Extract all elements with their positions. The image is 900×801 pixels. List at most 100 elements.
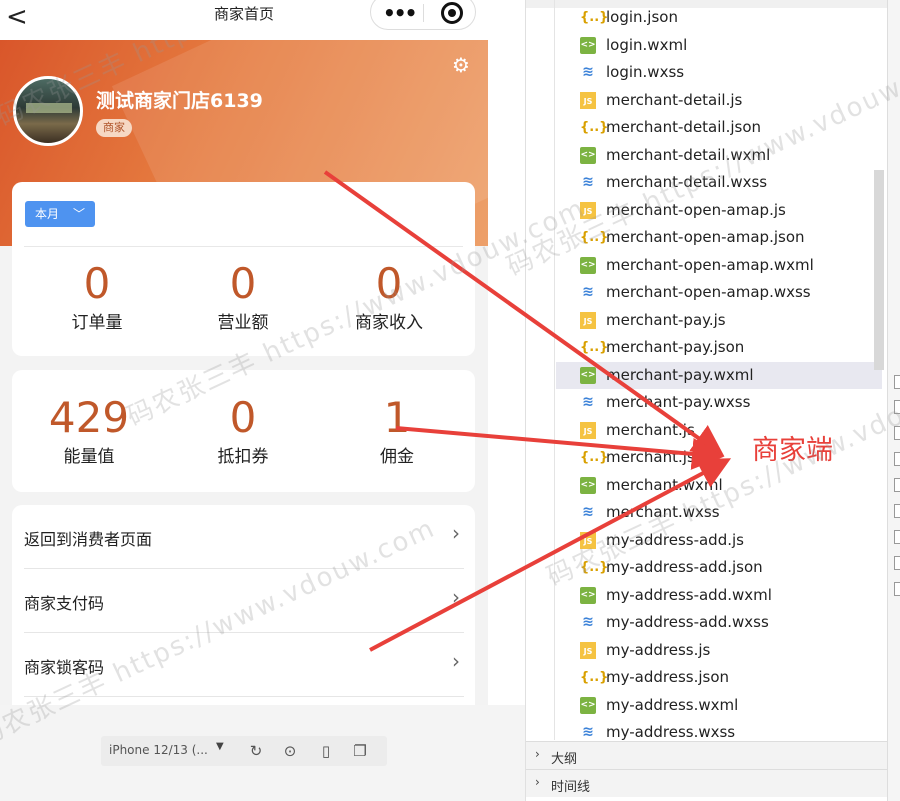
file-item[interactable]: {..} login.json xyxy=(556,4,882,31)
record-target-icon[interactable] xyxy=(441,2,463,24)
screenshot-root: < 商家首页 ••• 测试商家门店6139 商家 ⚙ 本月 ﹀ 0 订单量 0 … xyxy=(0,0,900,801)
file-item[interactable]: <> my-address-add.wxml xyxy=(556,582,882,609)
file-name: merchant-pay.wxss xyxy=(606,393,751,411)
file-item[interactable]: <> merchant-open-amap.wxml xyxy=(556,252,882,279)
refresh-icon[interactable]: ↻ xyxy=(247,742,265,760)
wxml-file-icon: <> xyxy=(580,586,596,604)
file-item[interactable]: ≋ merchant-open-amap.wxss xyxy=(556,279,882,306)
checkbox[interactable] xyxy=(894,530,900,544)
checkbox[interactable] xyxy=(894,504,900,518)
file-name: merchant-detail.wxss xyxy=(606,173,768,191)
file-item[interactable]: JS merchant-open-amap.js xyxy=(556,197,882,224)
nav-bar: < 商家首页 ••• xyxy=(0,0,488,40)
file-item[interactable]: ≋ login.wxss xyxy=(556,59,882,86)
gear-icon[interactable]: ⚙ xyxy=(450,54,472,76)
wxml-file-icon: <> xyxy=(580,696,596,714)
file-item[interactable]: <> login.wxml xyxy=(556,32,882,59)
file-name: my-address-add.wxss xyxy=(606,613,769,631)
file-item[interactable]: {..} merchant-detail.json xyxy=(556,114,882,141)
file-item[interactable]: {..} my-address-add.json xyxy=(556,554,882,581)
file-item[interactable]: JS merchant-detail.js xyxy=(556,87,882,114)
stat-coupons[interactable]: 0 抵扣券 xyxy=(168,396,318,468)
file-name: login.json xyxy=(606,8,678,26)
file-item[interactable]: {..} merchant-pay.json xyxy=(556,334,882,361)
file-item[interactable]: {..} merchant-open-amap.json xyxy=(556,224,882,251)
file-item[interactable]: <> my-address.wxml xyxy=(556,692,882,719)
file-item[interactable]: JS my-address.js xyxy=(556,637,882,664)
device-select[interactable]: iPhone 12/13 (... xyxy=(109,743,208,757)
menu-item-pay-code[interactable]: 商家支付码 › xyxy=(24,569,464,633)
chevron-down-icon: ﹀ xyxy=(72,207,85,221)
file-name: my-address-add.json xyxy=(606,558,763,576)
file-name: merchant-open-amap.wxml xyxy=(606,255,814,274)
scrollbar[interactable] xyxy=(874,170,884,370)
checkbox[interactable] xyxy=(894,556,900,570)
stop-icon[interactable]: ⊙ xyxy=(281,742,299,760)
phone-icon[interactable]: ▯ xyxy=(317,742,335,760)
file-name: merchant-detail.json xyxy=(606,118,762,136)
stat-value: 429 xyxy=(48,393,130,442)
stat-label: 订单量 xyxy=(71,313,123,333)
stat-orders: 0 订单量 xyxy=(22,259,172,334)
file-item[interactable]: JS merchant-pay.js xyxy=(556,307,882,334)
side-panel xyxy=(887,0,900,801)
menu-item-back-to-consumer[interactable]: 返回到消费者页面 › xyxy=(24,505,464,569)
checkbox[interactable] xyxy=(894,400,900,414)
file-item[interactable]: <> merchant.wxml xyxy=(556,472,882,499)
json-file-icon: {..} xyxy=(580,560,609,575)
stat-value: 1 xyxy=(383,393,411,442)
file-item[interactable]: {..} merchant.json xyxy=(556,444,882,471)
menu-item-lock-code[interactable]: 商家锁客码 › xyxy=(24,633,464,697)
wxss-file-icon: ≋ xyxy=(582,724,594,740)
file-name: merchant-open-amap.json xyxy=(606,228,805,246)
period-dropdown[interactable]: 本月 ﹀ xyxy=(25,201,95,227)
js-file-icon: JS xyxy=(580,421,596,439)
file-item[interactable]: ≋ merchant-detail.wxss xyxy=(556,169,882,196)
wxss-file-icon: ≋ xyxy=(582,174,594,190)
json-file-icon: {..} xyxy=(580,10,609,25)
stat-label: 抵扣券 xyxy=(217,447,269,467)
checkbox[interactable] xyxy=(894,582,900,596)
capsule-menu: ••• xyxy=(370,0,476,30)
section-timeline[interactable]: › 时间线 xyxy=(526,769,888,797)
window-icon[interactable]: ❐ xyxy=(351,742,369,760)
file-item[interactable]: <> merchant-detail.wxml xyxy=(556,142,882,169)
stat-income: 0 商家收入 xyxy=(314,262,464,334)
sales-stats-card: 本月 ﹀ 0 订单量 0 营业额 0 商家收入 xyxy=(12,182,475,356)
file-item[interactable]: {..} my-address.json xyxy=(556,664,882,691)
wxml-file-icon: <> xyxy=(580,256,596,274)
wxml-file-icon: <> xyxy=(580,476,596,494)
file-name: merchant-open-amap.wxss xyxy=(606,283,811,301)
stat-value: 0 xyxy=(83,259,111,308)
more-dots-icon[interactable]: ••• xyxy=(383,1,417,25)
file-item[interactable]: ≋ merchant.wxss xyxy=(556,499,882,526)
checkbox[interactable] xyxy=(894,452,900,466)
checkbox[interactable] xyxy=(894,426,900,440)
wxss-file-icon: ≋ xyxy=(582,284,594,300)
stat-energy[interactable]: 429 能量值 xyxy=(14,393,164,468)
wxml-file-icon: <> xyxy=(580,366,596,384)
file-name: merchant-open-amap.js xyxy=(606,200,786,219)
wxss-file-icon: ≋ xyxy=(582,394,594,410)
checkbox[interactable] xyxy=(894,478,900,492)
file-explorer: {..} login.json <> login.wxml ≋ login.wxss JS m… xyxy=(525,0,888,801)
stat-commission[interactable]: 1 佣金 xyxy=(322,393,472,468)
file-item[interactable]: ≋ merchant-pay.wxss xyxy=(556,389,882,416)
tree-indent-guide xyxy=(554,0,555,740)
file-item[interactable]: JS my-address-add.js xyxy=(556,527,882,554)
section-outline[interactable]: › 大纲 xyxy=(526,741,888,769)
section-label: 时间线 xyxy=(551,780,591,795)
file-item[interactable]: JS merchant.js xyxy=(556,417,882,444)
wxss-file-icon: ≋ xyxy=(582,504,594,520)
file-item[interactable]: ≋ my-address-add.wxss xyxy=(556,609,882,636)
js-file-icon: JS xyxy=(580,641,596,659)
capsule-divider xyxy=(423,4,424,22)
chevron-right-icon: › xyxy=(535,747,540,761)
checkbox[interactable] xyxy=(894,375,900,389)
annotation-callout: 商家端 xyxy=(752,435,833,466)
avatar xyxy=(13,76,83,146)
file-item[interactable]: <> merchant-pay.wxml xyxy=(556,361,882,389)
menu-card: 返回到消费者页面 › 商家支付码 › 商家锁客码 › xyxy=(12,505,475,705)
stat-label: 营业额 xyxy=(217,313,269,333)
stat-label: 能量值 xyxy=(63,447,115,467)
